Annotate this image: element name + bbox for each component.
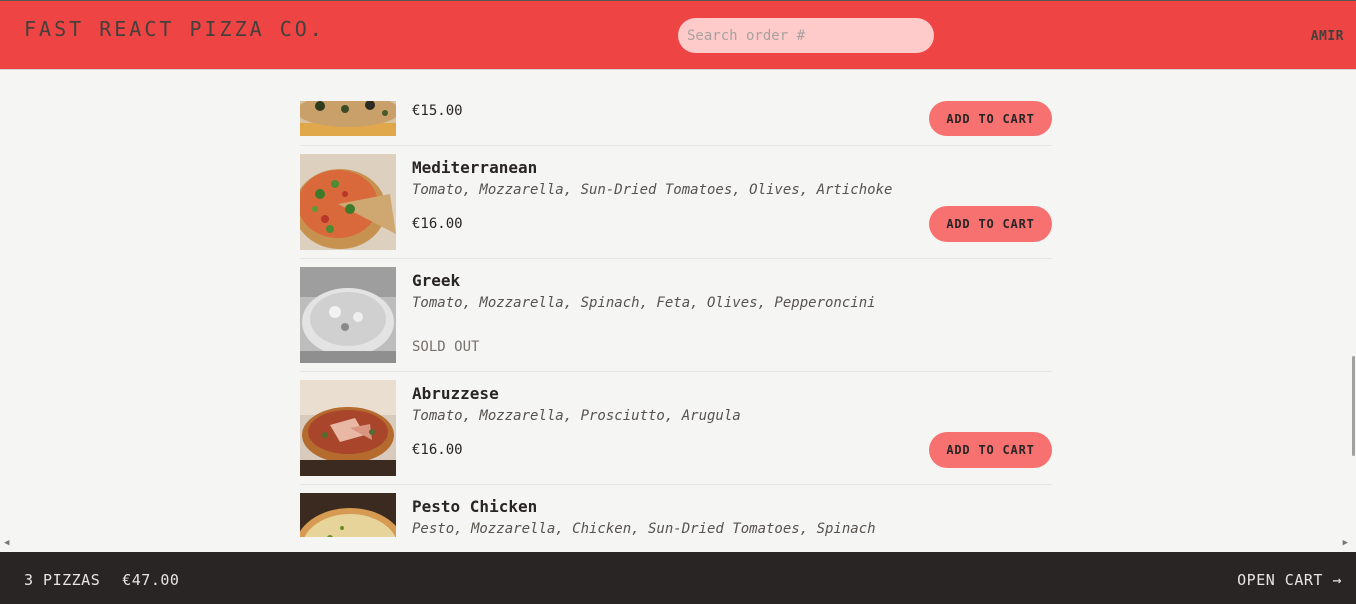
add-to-cart-button[interactable]: ADD TO CART bbox=[929, 432, 1052, 468]
add-to-cart-button[interactable]: ADD TO CART bbox=[929, 101, 1052, 136]
pizza-ingredients: Tomato, Mozzarella, Sun-Dried Tomatoes, … bbox=[412, 182, 893, 198]
menu-list: €15.00 ADD TO CART Mediterranean Tomato,… bbox=[300, 101, 1052, 537]
cart-summary: 3 PIZZAS €47.00 bbox=[24, 571, 179, 589]
pizza-price: €16.00 bbox=[412, 216, 463, 232]
app-logo[interactable]: FAST REACT PIZZA CO. bbox=[24, 17, 325, 41]
pizza-ingredients: Pesto, Mozzarella, Chicken, Sun-Dried To… bbox=[412, 521, 876, 537]
username: AMIR bbox=[1310, 29, 1344, 44]
menu-item: Mediterranean Tomato, Mozzarella, Sun-Dr… bbox=[300, 146, 1052, 259]
pizza-name: Abruzzese bbox=[412, 384, 499, 403]
add-to-cart-button[interactable]: ADD TO CART bbox=[929, 206, 1052, 242]
cart-overview: 3 PIZZAS €47.00 OPEN CART → bbox=[0, 552, 1356, 604]
menu-item: Abruzzese Tomato, Mozzarella, Prosciutto… bbox=[300, 372, 1052, 485]
pizza-image bbox=[300, 267, 396, 363]
pizza-image bbox=[300, 380, 396, 476]
open-cart-link[interactable]: OPEN CART → bbox=[1237, 571, 1342, 589]
pizza-name: Greek bbox=[412, 271, 461, 290]
scroll-left-icon[interactable]: ◀ bbox=[4, 538, 9, 548]
search-order-input[interactable] bbox=[678, 18, 934, 53]
menu-item: Pesto Chicken Pesto, Mozzarella, Chicken… bbox=[300, 485, 1052, 537]
pizza-ingredients: Tomato, Mozzarella, Spinach, Feta, Olive… bbox=[412, 295, 876, 311]
pizza-price: €15.00 bbox=[412, 103, 463, 119]
app-header: FAST REACT PIZZA CO. AMIR bbox=[0, 0, 1356, 70]
pizza-name: Mediterranean bbox=[412, 158, 538, 177]
pizza-image bbox=[300, 101, 396, 136]
menu-item: €15.00 ADD TO CART bbox=[300, 101, 1052, 146]
sold-out-label: SOLD OUT bbox=[412, 339, 480, 355]
scrollbar-thumb[interactable] bbox=[1352, 356, 1355, 456]
pizza-name: Pesto Chicken bbox=[412, 497, 538, 516]
pizza-image bbox=[300, 154, 396, 250]
horizontal-scrollbar[interactable]: ◀ ▶ bbox=[0, 537, 1356, 551]
menu-item: Greek Tomato, Mozzarella, Spinach, Feta,… bbox=[300, 259, 1052, 372]
pizza-price: €16.00 bbox=[412, 442, 463, 458]
scroll-right-icon[interactable]: ▶ bbox=[1343, 538, 1348, 548]
cart-total-price: €47.00 bbox=[122, 571, 180, 589]
cart-pizza-count: 3 PIZZAS bbox=[24, 571, 101, 589]
pizza-image bbox=[300, 493, 396, 537]
vertical-scrollbar[interactable] bbox=[1351, 71, 1356, 537]
menu-page: €15.00 ADD TO CART Mediterranean Tomato,… bbox=[0, 71, 1356, 537]
pizza-ingredients: Tomato, Mozzarella, Prosciutto, Arugula bbox=[412, 408, 741, 424]
